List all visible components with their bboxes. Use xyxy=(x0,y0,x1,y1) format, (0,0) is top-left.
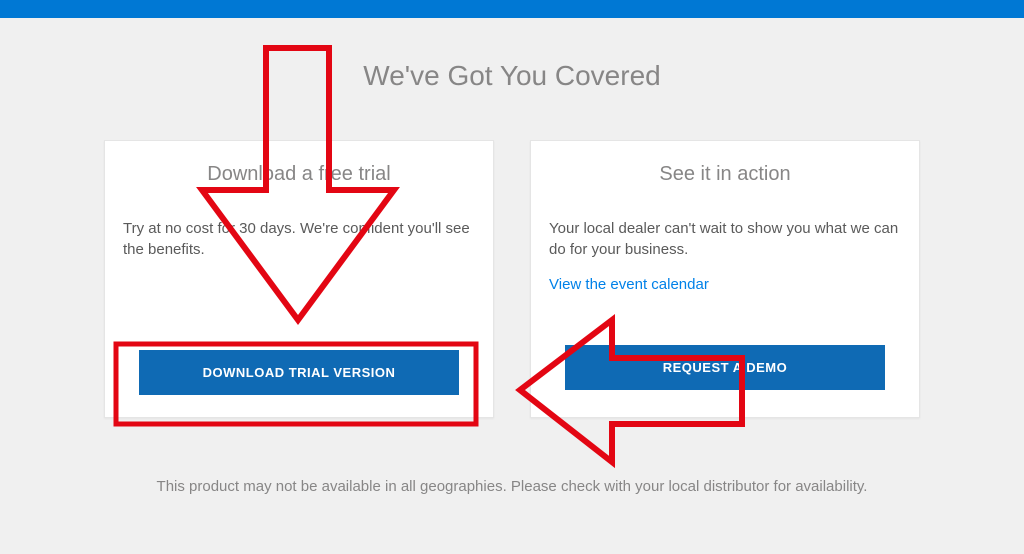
availability-note: This product may not be available in all… xyxy=(0,478,1024,495)
card-trial-desc: Try at no cost for 30 days. We're confid… xyxy=(123,218,475,260)
request-demo-button[interactable]: REQUEST A DEMO xyxy=(565,345,885,390)
card-trial-title: Download a free trial xyxy=(123,163,475,186)
top-bar xyxy=(0,0,1024,18)
card-trial: Download a free trial Try at no cost for… xyxy=(104,140,494,418)
card-demo: See it in action Your local dealer can't… xyxy=(530,140,920,418)
download-trial-button[interactable]: DOWNLOAD TRIAL VERSION xyxy=(139,350,459,395)
card-demo-title: See it in action xyxy=(549,163,901,186)
cards-row: Download a free trial Try at no cost for… xyxy=(0,140,1024,418)
view-event-calendar-link[interactable]: View the event calendar xyxy=(549,276,901,293)
card-demo-desc: Your local dealer can't wait to show you… xyxy=(549,218,901,260)
page-title: We've Got You Covered xyxy=(0,60,1024,92)
